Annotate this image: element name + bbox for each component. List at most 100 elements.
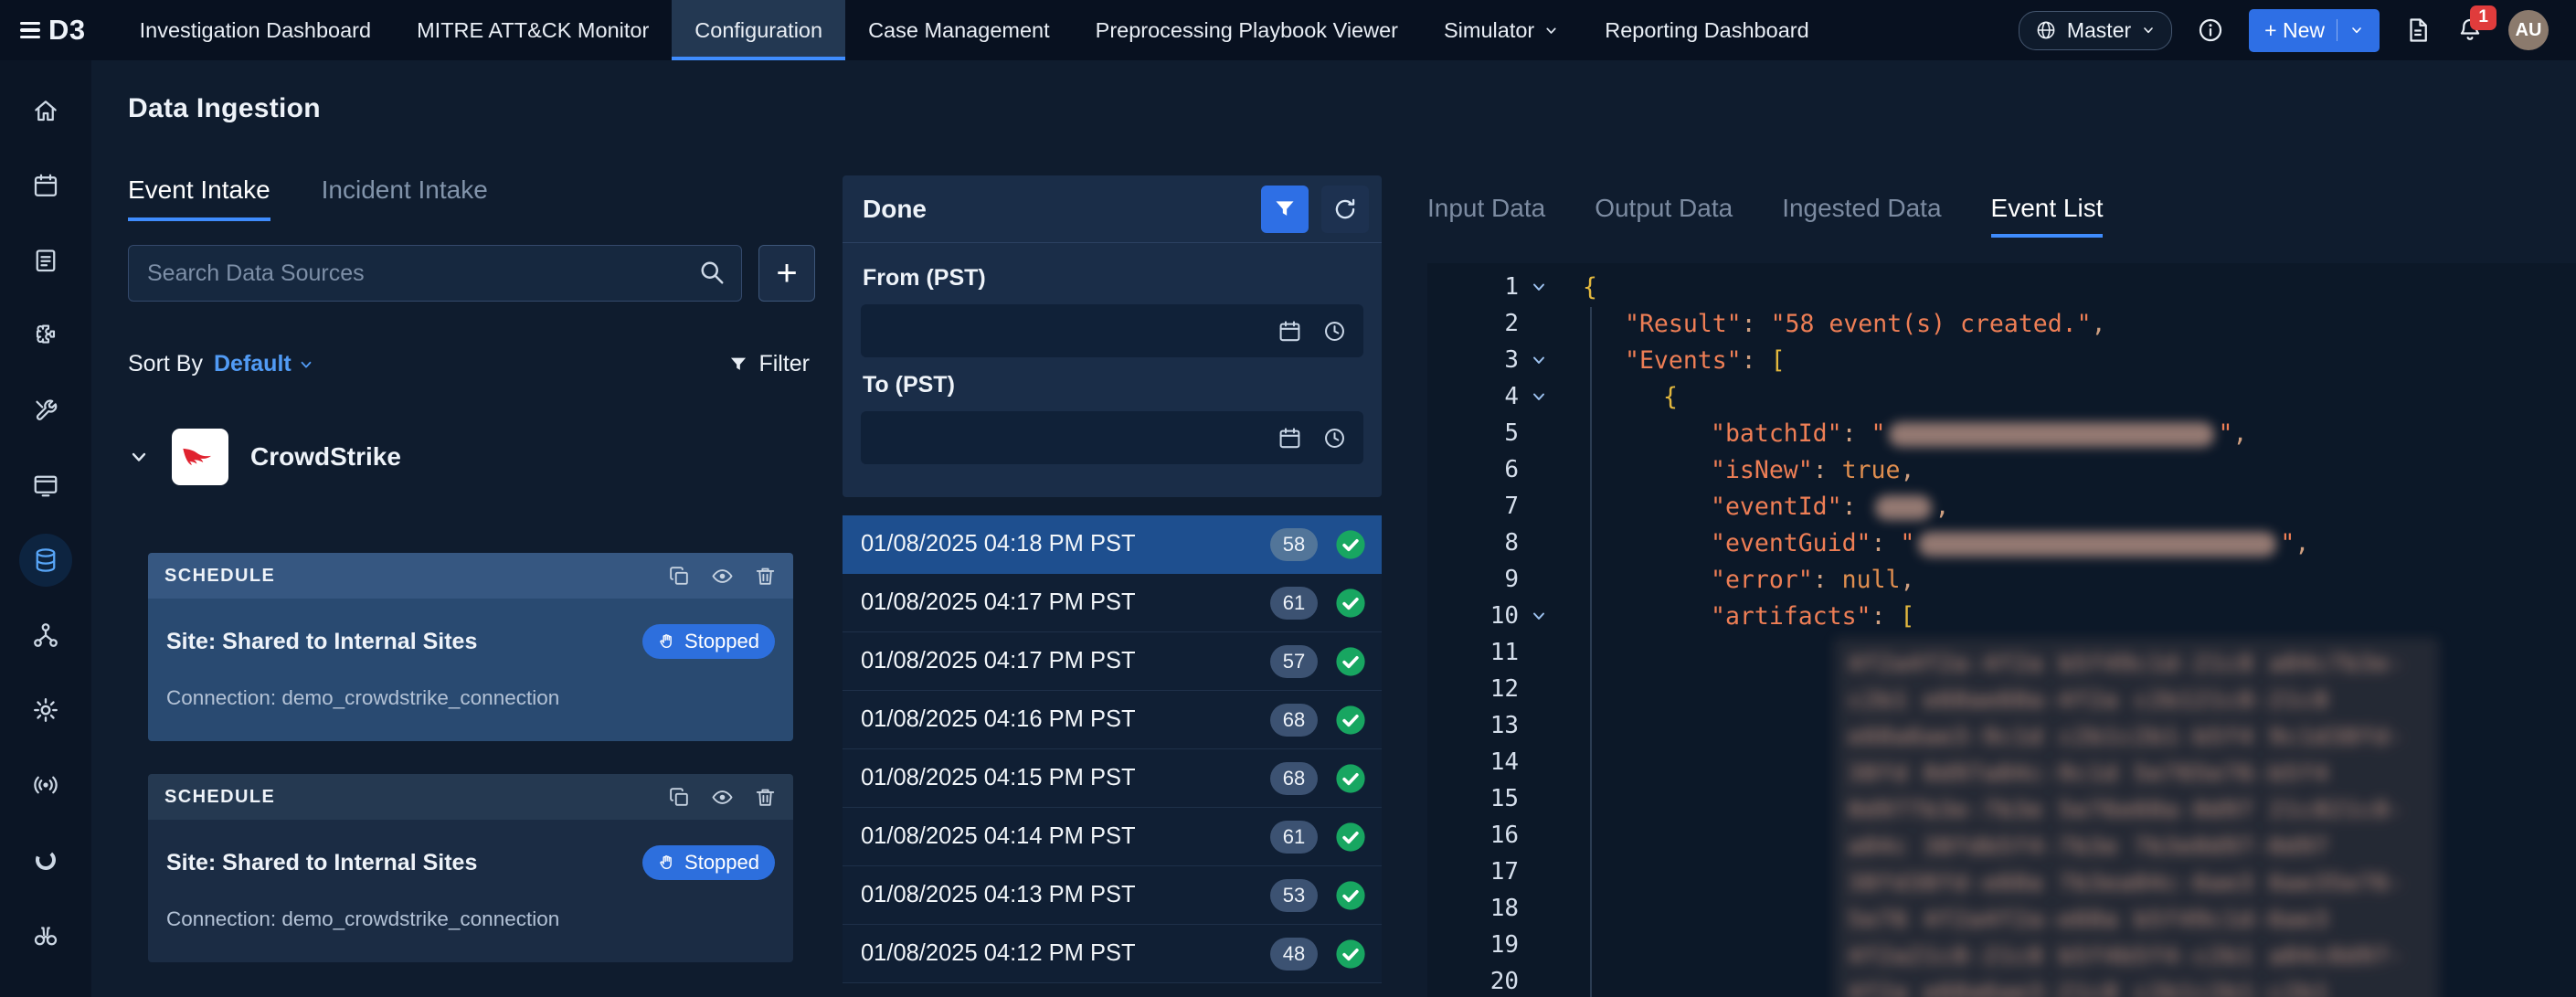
sidebar-icon-wrap	[19, 833, 72, 886]
status-label: Stopped	[684, 851, 759, 875]
line-number: 7	[1427, 493, 1519, 520]
queue-filter-button[interactable]	[1261, 186, 1309, 233]
tab-incident-intake[interactable]: Incident Intake	[322, 175, 488, 221]
batch-row[interactable]: 01/08/2025 04:14 PM PST61	[843, 808, 1382, 866]
document-icon[interactable]	[2404, 16, 2432, 44]
collapse-icon[interactable]	[1519, 351, 1559, 369]
batch-timestamp: 01/08/2025 04:17 PM PST	[861, 648, 1136, 674]
d3-logo[interactable]: D3	[20, 0, 86, 60]
sort-row: Sort By Default Filter	[128, 351, 815, 377]
batch-row[interactable]: 01/08/2025 04:17 PM PST61	[843, 574, 1382, 632]
master-dropdown[interactable]: Master	[2019, 11, 2172, 50]
clock-icon[interactable]	[1322, 319, 1347, 344]
sidebar-icon-wrap	[19, 309, 72, 362]
top-nav-right: Master + New 1 AU	[2019, 0, 2576, 60]
code-tokens: "artifacts": [	[1711, 602, 1914, 631]
sidebar-item-calendar[interactable]	[0, 148, 91, 223]
network-icon	[32, 621, 59, 649]
sort-by-dropdown[interactable]: Default	[214, 351, 314, 377]
calendar-icon[interactable]	[1277, 426, 1302, 451]
tab-output-data[interactable]: Output Data	[1595, 194, 1733, 238]
batch-row[interactable]: 01/08/2025 04:15 PM PST68	[843, 749, 1382, 808]
chevron-down-icon[interactable]	[128, 446, 150, 468]
view-icon[interactable]	[711, 565, 734, 588]
batch-row[interactable]: 01/08/2025 04:16 PM PST68	[843, 691, 1382, 749]
tab-event-intake[interactable]: Event Intake	[128, 175, 270, 221]
batch-row[interactable]: 01/08/2025 04:17 PM PST57	[843, 632, 1382, 691]
logo-text: D3	[48, 14, 86, 47]
calendar-icon[interactable]	[1277, 319, 1302, 344]
line-number: 18	[1427, 895, 1519, 922]
nav-item-case-management[interactable]: Case Management	[845, 0, 1073, 60]
queue-panel: Done From (PST)	[843, 175, 1382, 497]
delete-icon[interactable]	[754, 786, 777, 809]
connection-label: Connection: demo_crowdstrike_connection	[166, 686, 775, 710]
success-icon	[1334, 879, 1367, 912]
schedule-card[interactable]: SCHEDULESite: Shared to Internal SitesSt…	[148, 774, 793, 962]
tab-event-list[interactable]: Event List	[1991, 194, 2104, 238]
filter-button[interactable]: Filter	[728, 351, 810, 377]
success-icon	[1334, 704, 1367, 737]
sidebar-item-monitor[interactable]	[0, 448, 91, 523]
to-date-input[interactable]	[861, 411, 1363, 464]
sidebar-item-broadcast[interactable]	[0, 748, 91, 822]
batch-timestamp: 01/08/2025 04:17 PM PST	[861, 589, 1136, 616]
batch-row[interactable]: 01/08/2025 04:18 PM PST58	[843, 515, 1382, 574]
copy-icon[interactable]	[668, 786, 691, 809]
sidebar-item-database[interactable]	[0, 523, 91, 598]
card-type-label: SCHEDULE	[164, 566, 275, 587]
master-label: Master	[2067, 18, 2131, 43]
sidebar-item-settings[interactable]	[0, 673, 91, 748]
notification-badge: 1	[2470, 5, 2496, 30]
queue-title: Done	[863, 195, 927, 224]
sidebar-item-integrations[interactable]	[0, 298, 91, 373]
search-data-sources-input[interactable]	[128, 245, 742, 302]
event-count-badge: 68	[1270, 704, 1318, 737]
nav-item-simulator[interactable]: Simulator	[1421, 0, 1582, 60]
batch-row[interactable]: 01/08/2025 04:13 PM PST53	[843, 866, 1382, 925]
sidebar-item-usage[interactable]	[0, 822, 91, 897]
tab-ingested-data[interactable]: Ingested Data	[1782, 194, 1941, 238]
event-count-badge: 58	[1270, 528, 1318, 561]
code-tokens: "Result": "58 event(s) created.",	[1625, 310, 2106, 338]
sidebar-item-network[interactable]	[0, 598, 91, 673]
sidebar-item-report[interactable]	[0, 223, 91, 298]
add-data-source-button[interactable]: +	[758, 245, 815, 302]
search-icon[interactable]	[698, 259, 726, 286]
new-button[interactable]: + New	[2249, 9, 2380, 52]
collapse-icon[interactable]	[1519, 278, 1559, 296]
copy-icon[interactable]	[668, 565, 691, 588]
hand-icon	[658, 632, 676, 651]
view-icon[interactable]	[711, 786, 734, 809]
nav-item-preprocessing-playbook-viewer[interactable]: Preprocessing Playbook Viewer	[1073, 0, 1421, 60]
delete-icon[interactable]	[754, 565, 777, 588]
event-count-badge: 68	[1270, 762, 1318, 795]
data-source-group[interactable]: CrowdStrike	[128, 429, 815, 485]
sidebar-item-tools[interactable]	[0, 373, 91, 448]
tab-input-data[interactable]: Input Data	[1427, 194, 1545, 238]
schedule-card[interactable]: SCHEDULESite: Shared to Internal SitesSt…	[148, 553, 793, 741]
notifications-bell[interactable]: 1	[2456, 16, 2484, 44]
queue-refresh-button[interactable]	[1321, 186, 1369, 233]
batch-row[interactable]: 01/08/2025 04:12 PM PST48	[843, 925, 1382, 983]
nav-item-label: MITRE ATT&CK Monitor	[417, 18, 649, 43]
from-date-input[interactable]	[861, 304, 1363, 357]
sidebar-item-home[interactable]	[0, 73, 91, 148]
status-badge[interactable]: Stopped	[642, 624, 775, 659]
nav-item-configuration[interactable]: Configuration	[672, 0, 845, 60]
clock-icon[interactable]	[1322, 426, 1347, 451]
code-line: 7"eventId": ,	[1427, 488, 2576, 525]
filter-label: Filter	[758, 351, 810, 377]
line-number: 8	[1427, 529, 1519, 557]
redacted-value	[1918, 532, 2276, 557]
status-badge[interactable]: Stopped	[642, 845, 775, 880]
info-icon[interactable]	[2197, 16, 2224, 44]
nav-item-mitre-att-ck-monitor[interactable]: MITRE ATT&CK Monitor	[394, 0, 672, 60]
nav-item-reporting-dashboard[interactable]: Reporting Dashboard	[1582, 0, 1831, 60]
nav-item-investigation-dashboard[interactable]: Investigation Dashboard	[117, 0, 394, 60]
report-icon	[32, 247, 59, 274]
collapse-icon[interactable]	[1519, 607, 1559, 625]
avatar[interactable]: AU	[2508, 10, 2549, 50]
sidebar-item-binoculars[interactable]	[0, 897, 91, 972]
collapse-icon[interactable]	[1519, 387, 1559, 406]
